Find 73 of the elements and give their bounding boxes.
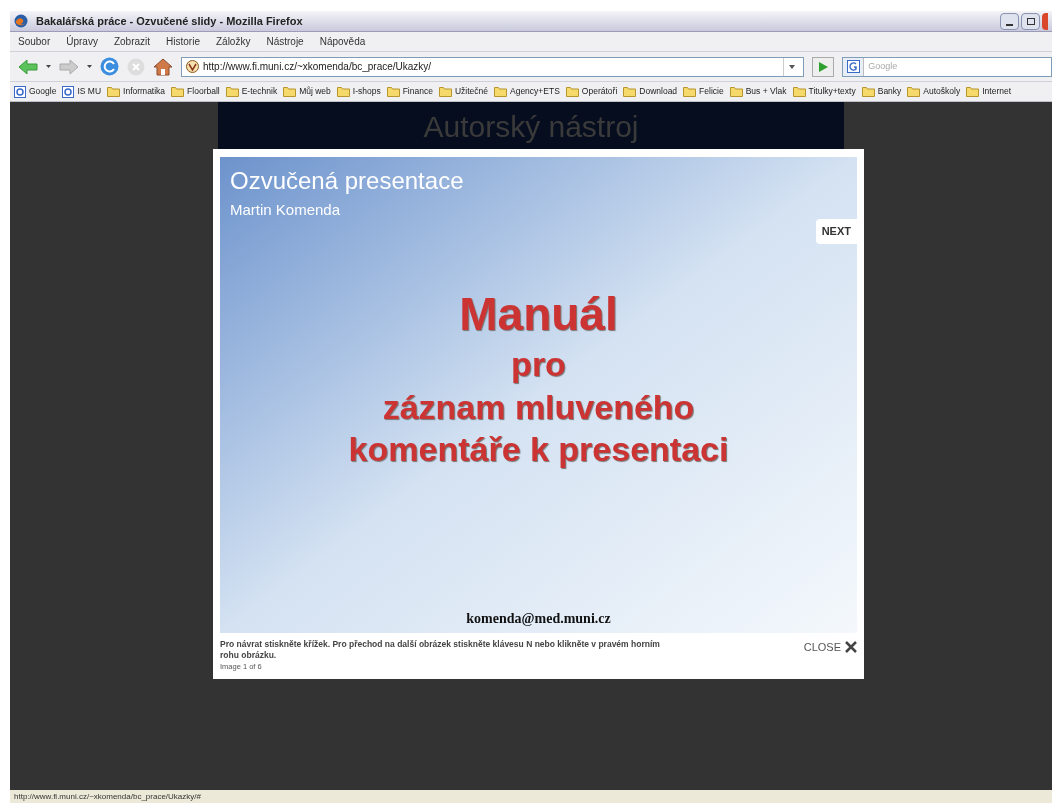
folder-icon	[623, 86, 637, 97]
dropdown-caret-icon[interactable]	[87, 65, 92, 68]
folder-icon	[283, 86, 297, 97]
bookmark[interactable]: Můj web	[283, 85, 331, 98]
slide-email: komenda@med.muni.cz	[466, 610, 611, 628]
bookmark[interactable]: Google	[14, 85, 57, 98]
slide-heading: Manuál	[459, 286, 618, 342]
browser-logo-icon	[14, 14, 28, 28]
menu-item[interactable]: Úpravy	[66, 34, 98, 49]
dropdown-caret-icon[interactable]	[788, 64, 795, 69]
bookmark[interactable]: Titulky+texty	[792, 85, 856, 98]
folder-icon	[386, 86, 400, 97]
bookmark[interactable]: Autoškoly	[907, 85, 961, 98]
bookmark[interactable]: Banky	[861, 85, 902, 98]
reload-icon[interactable]	[100, 57, 119, 76]
menu-item[interactable]: Historie	[166, 34, 200, 49]
menu-item[interactable]: Zobrazit	[113, 34, 151, 49]
bookmark[interactable]: Felicie	[683, 85, 724, 98]
bookmark[interactable]: Bus + Vlak	[729, 85, 787, 98]
bookmark[interactable]: Agency+ETS	[494, 85, 560, 98]
bookmark[interactable]: IS MU	[62, 85, 102, 98]
folder-icon	[907, 86, 921, 97]
bookmark[interactable]: E-technik	[225, 85, 278, 98]
menu-item[interactable]: Nápověda	[319, 34, 366, 49]
folder-icon	[792, 86, 806, 97]
folder-icon	[966, 86, 980, 97]
bookmark[interactable]: Finance	[386, 85, 433, 98]
site-icon	[186, 60, 199, 73]
slide-title: Ozvučená presentace	[230, 166, 465, 196]
address-field[interactable]: http://www.fi.muni.cz/~xkomenda/bc_prace/Ukazky/	[181, 56, 804, 77]
back-arrow-icon[interactable]	[18, 58, 38, 75]
folder-icon	[729, 86, 743, 97]
bookmark[interactable]: Užitečné	[438, 85, 488, 98]
bookmark[interactable]: I-shops	[336, 85, 381, 98]
slide-heading: pro	[511, 344, 566, 385]
bookmark[interactable]: Floorball	[171, 85, 220, 98]
restore-button[interactable]	[1021, 12, 1040, 30]
search-input[interactable]: Google	[868, 59, 1047, 74]
slide-author: Martin Komenda	[230, 200, 342, 220]
bookmark[interactable]: Operátoři	[565, 85, 618, 98]
menu-item[interactable]: Nástroje	[266, 34, 304, 49]
menu-item[interactable]: Záložky	[215, 34, 251, 49]
folder-icon	[225, 86, 239, 97]
close-icon	[845, 641, 857, 654]
folder-icon	[565, 86, 579, 97]
slide-heading: komentáře k presentaci	[348, 429, 729, 470]
folder-icon	[683, 86, 697, 97]
dropdown-caret-icon[interactable]	[46, 65, 51, 68]
folder-icon	[438, 86, 452, 97]
home-icon[interactable]	[153, 57, 173, 76]
window-title: Bakalářská práce - Ozvučené slidy - Mozilla Firefox	[36, 13, 303, 29]
play-icon	[818, 61, 828, 72]
search-engine-icon[interactable]	[846, 60, 860, 73]
folder-icon	[861, 86, 875, 97]
status-text: http://www.fi.muni.cz/~xkomenda/bc_prace/Ukazky/#	[14, 790, 201, 803]
bookmark[interactable]: Informatika	[107, 85, 166, 98]
close-button[interactable]: CLOSE	[803, 639, 857, 656]
close-window-button[interactable]	[1042, 12, 1048, 30]
bookmark[interactable]: Internet	[966, 85, 1012, 98]
folder-icon	[107, 86, 121, 97]
search-field[interactable]: Google	[842, 56, 1052, 77]
folder-icon	[336, 86, 350, 97]
site-icon	[14, 85, 26, 98]
folder-icon	[171, 86, 185, 97]
site-icon	[62, 85, 75, 98]
bookmark[interactable]: Download	[623, 85, 678, 98]
folder-icon	[494, 86, 507, 97]
slide-heading: záznam mluveného	[382, 386, 695, 428]
next-button[interactable]: NEXT	[815, 219, 857, 244]
caption: Pro návrat stiskněte křížek. Pro přechod na další obrázek stiskněte klávesu N nebo klikněte v pravém horním rohu obrázku.	[220, 639, 660, 661]
menu-item[interactable]: Soubor	[18, 34, 51, 49]
go-button[interactable]	[812, 56, 834, 77]
minimize-button[interactable]	[1000, 12, 1019, 30]
